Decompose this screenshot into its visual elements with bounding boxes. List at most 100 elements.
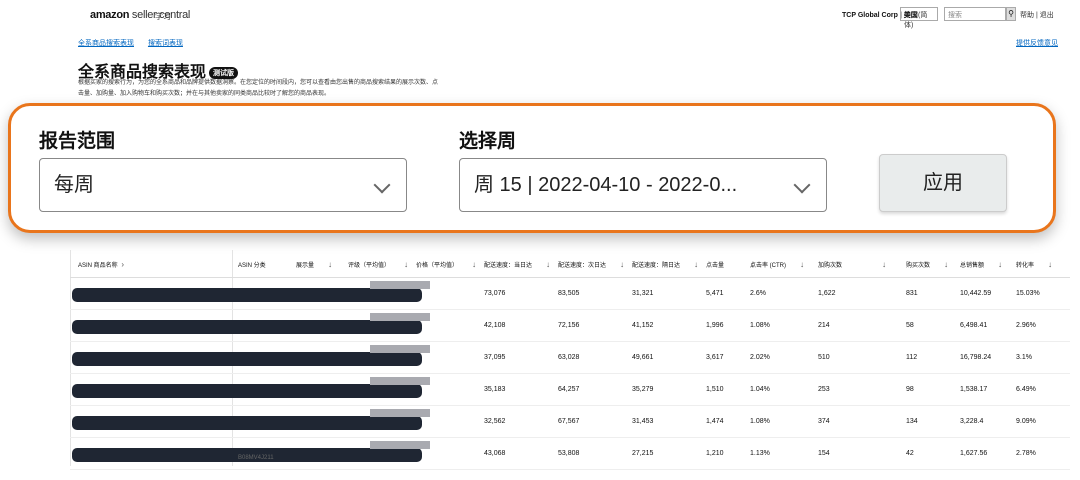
product-thumbnail bbox=[370, 345, 430, 353]
asin-footer-text: B08MV4J211 bbox=[238, 455, 274, 461]
cell-ctr: 1.13% bbox=[750, 450, 770, 457]
cell-same-day: 35,183 bbox=[484, 386, 506, 393]
table-row: 35,183 64,257 35,279 1,510 1.04% 253 98 … bbox=[70, 374, 1070, 406]
cell-next-day: 72,156 bbox=[558, 322, 580, 329]
column-header-asin-name[interactable]: ASIN 商品名称 › bbox=[78, 260, 124, 269]
cell-add-to-cart: 1,622 bbox=[818, 290, 836, 297]
column-header-ctr[interactable]: 点击率 (CTR) ↓ bbox=[750, 260, 804, 269]
product-thumbnail bbox=[370, 313, 430, 321]
cell-next-day: 63,028 bbox=[558, 354, 580, 361]
column-header-conversion[interactable]: 转化率 ↓ bbox=[1016, 260, 1052, 269]
chevron-down-icon bbox=[793, 176, 811, 194]
column-header-asin-category[interactable]: ASIN 分类 bbox=[238, 260, 266, 269]
cell-purchases: 134 bbox=[906, 418, 918, 425]
sub-navigation: 全系商品搜索表现 搜索词表现 bbox=[78, 38, 195, 48]
learn-link[interactable]: 学习 bbox=[155, 11, 171, 22]
cell-clicks: 1,210 bbox=[706, 450, 724, 457]
report-range-label: 报告范围 bbox=[39, 131, 116, 152]
cell-conversion: 9.09% bbox=[1016, 418, 1036, 425]
redacted-product-name bbox=[72, 416, 422, 430]
cell-ctr: 1.08% bbox=[750, 418, 770, 425]
column-header-two-day[interactable]: 配送速度：隔日达 ↓ bbox=[632, 260, 698, 269]
amazon-seller-central-logo[interactable]: amazon seller central bbox=[90, 9, 190, 21]
page-description: 根据买家的搜索行为，为您的全系商品和品牌提供数据洞察。在您定位的时间段内，您可以… bbox=[78, 80, 439, 97]
cell-purchases: 112 bbox=[906, 354, 918, 361]
column-header-price[interactable]: 价格（平均值） ↓ bbox=[416, 260, 476, 269]
cell-clicks: 1,996 bbox=[706, 322, 724, 329]
cell-conversion: 2.96% bbox=[1016, 322, 1036, 329]
cell-two-day: 49,661 bbox=[632, 354, 654, 361]
help-logout-links[interactable]: 帮助 | 退出 bbox=[1020, 10, 1054, 20]
cell-add-to-cart: 214 bbox=[818, 322, 830, 329]
cell-next-day: 53,808 bbox=[558, 450, 580, 457]
tab-catalog-performance[interactable]: 全系商品搜索表现 bbox=[78, 40, 134, 47]
product-thumbnail bbox=[370, 409, 430, 417]
apply-button[interactable]: 应用 bbox=[879, 154, 1007, 212]
cell-conversion: 15.03% bbox=[1016, 290, 1040, 297]
table-row: 43,068 53,808 27,215 1,210 1.13% 154 42 … bbox=[70, 438, 1070, 470]
cell-two-day: 31,453 bbox=[632, 418, 654, 425]
cell-same-day: 73,076 bbox=[484, 290, 506, 297]
product-thumbnail bbox=[370, 281, 430, 289]
cell-ctr: 1.04% bbox=[750, 386, 770, 393]
cell-add-to-cart: 253 bbox=[818, 386, 830, 393]
column-header-add-to-cart[interactable]: 加购次数 ↓ bbox=[818, 260, 886, 269]
column-header-sales[interactable]: 总销售额 ↓ bbox=[960, 260, 1002, 269]
cell-two-day: 35,279 bbox=[632, 386, 654, 393]
select-week-value: 周 15 | 2022-04-10 - 2022-0... bbox=[474, 174, 738, 196]
tab-search-term-performance[interactable]: 搜索词表现 bbox=[148, 40, 183, 47]
feedback-link[interactable]: 提供反馈意见 bbox=[1016, 38, 1058, 48]
cell-conversion: 2.78% bbox=[1016, 450, 1036, 457]
cell-purchases: 42 bbox=[906, 450, 914, 457]
chevron-down-icon bbox=[373, 176, 391, 194]
cell-same-day: 43,068 bbox=[484, 450, 506, 457]
report-range-dropdown[interactable]: 每周 bbox=[39, 158, 407, 212]
column-header-impressions[interactable]: 展示量 ↓ bbox=[296, 260, 332, 269]
beta-badge: 测试版 bbox=[209, 66, 239, 79]
cell-conversion: 3.1% bbox=[1016, 354, 1032, 361]
table-row: 37,095 63,028 49,661 3,617 2.02% 510 112… bbox=[70, 342, 1070, 374]
select-week-dropdown[interactable]: 周 15 | 2022-04-10 - 2022-0... bbox=[459, 158, 827, 212]
cell-clicks: 1,510 bbox=[706, 386, 724, 393]
cell-sales: 1,627.56 bbox=[960, 450, 988, 457]
cell-ctr: 2.6% bbox=[750, 290, 766, 297]
cell-purchases: 98 bbox=[906, 386, 914, 393]
redacted-product-name bbox=[72, 320, 422, 334]
column-header-next-day[interactable]: 配送速度：次日达 ↓ bbox=[558, 260, 624, 269]
filter-panel: 报告范围 每周 选择周 周 15 | 2022-04-10 - 2022-0..… bbox=[8, 103, 1056, 233]
column-header-same-day[interactable]: 配送速度：当日达 ↓ bbox=[484, 260, 550, 269]
cell-ctr: 2.02% bbox=[750, 354, 770, 361]
cell-clicks: 1,474 bbox=[706, 418, 724, 425]
table-header: ASIN 商品名称 › ASIN 分类 展示量 ↓ 评级（平均值） ↓ 价格（平均值… bbox=[70, 250, 1070, 278]
cell-clicks: 5,471 bbox=[706, 290, 724, 297]
cell-purchases: 58 bbox=[906, 322, 914, 329]
cell-same-day: 37,095 bbox=[484, 354, 506, 361]
cell-sales: 16,798.24 bbox=[960, 354, 992, 361]
cell-same-day: 32,562 bbox=[484, 418, 506, 425]
cell-purchases: 831 bbox=[906, 290, 918, 297]
search-input[interactable]: 搜索 bbox=[944, 7, 1006, 21]
cell-two-day: 27,215 bbox=[632, 450, 654, 457]
top-navigation-bar: amazon seller central 学习 TCP Global Corp… bbox=[0, 0, 1080, 32]
table-row: 73,076 83,505 31,321 5,471 2.6% 1,622 83… bbox=[70, 278, 1070, 310]
redacted-product-name bbox=[72, 384, 422, 398]
cell-add-to-cart: 374 bbox=[818, 418, 830, 425]
redacted-product-name bbox=[72, 352, 422, 366]
cell-sales: 1,538.17 bbox=[960, 386, 988, 393]
cell-ctr: 1.08% bbox=[750, 322, 770, 329]
language-select[interactable]: 中文(简体) bbox=[900, 7, 938, 29]
cell-two-day: 31,321 bbox=[632, 290, 654, 297]
cell-sales: 6,498.41 bbox=[960, 322, 988, 329]
column-header-rating[interactable]: 评级（平均值） ↓ bbox=[348, 260, 408, 269]
column-header-purchases[interactable]: 购买次数 ↓ bbox=[906, 260, 948, 269]
product-thumbnail bbox=[370, 377, 430, 385]
product-thumbnail bbox=[370, 441, 430, 449]
cell-next-day: 67,567 bbox=[558, 418, 580, 425]
cell-sales: 3,228.4 bbox=[960, 418, 984, 425]
cell-next-day: 83,505 bbox=[558, 290, 580, 297]
table-row: 42,108 72,156 41,152 1,996 1.08% 214 58 … bbox=[70, 310, 1070, 342]
cell-two-day: 41,152 bbox=[632, 322, 654, 329]
column-header-clicks[interactable]: 点击量 ↓ bbox=[706, 260, 754, 269]
cell-same-day: 42,108 bbox=[484, 322, 506, 329]
search-icon[interactable]: ⚲ bbox=[1006, 7, 1016, 21]
